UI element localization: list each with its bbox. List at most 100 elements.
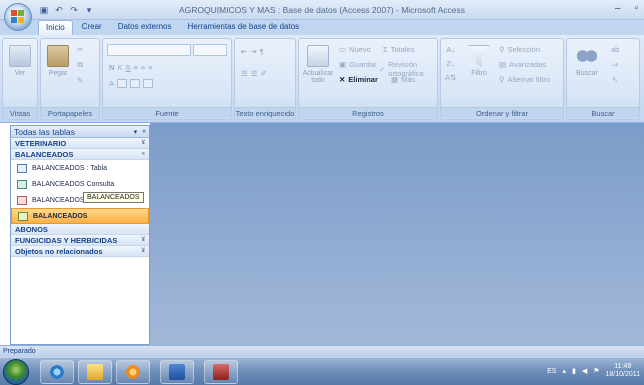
selection-icon: ⚲ [499,45,505,54]
seleccion-button[interactable]: ⚲ Selección [499,45,540,54]
font-family-dropdown[interactable] [107,44,191,56]
align-right-icon[interactable]: ≡ [148,63,152,72]
advanced-filter-icon: ▤ [499,60,507,69]
nav-group-label: FUNGICIDAS Y HERBICIDAS [15,235,118,245]
group-label-ordenar: Ordenar y filtrar [441,107,563,118]
minimize-button[interactable]: – [615,3,621,14]
clock-date: 18/10/2011 [605,371,640,378]
guardar-label: Guardar [349,60,377,69]
office-button[interactable] [4,3,32,31]
list-row: ☰ ☰ ✐ [241,69,267,78]
eliminar-button[interactable]: ✕ Eliminar [339,75,378,84]
buscar-label: Buscar [576,70,598,77]
font-color-row: A [109,79,154,88]
bullets-icon[interactable]: ☰ [241,69,248,78]
nav-item-table[interactable]: BALANCEADOS : Tabla [11,160,149,176]
taskbar-ie-button[interactable] [40,360,74,384]
navigation-pane: Todas las tablas ▾ « VETERINARIO ¥ BALAN… [10,125,150,345]
volume-icon[interactable]: ◀ [582,367,587,375]
shutter-close-icon[interactable]: « [142,128,146,136]
nav-item-report[interactable]: BALANCEADOS [11,208,149,224]
group-buscar: Buscar ab ⇒ ↖ Buscar [566,38,640,120]
format-painter-icon[interactable]: ✎ [77,76,83,85]
clock[interactable]: 11:49 18/10/2011 [605,363,640,379]
taskbar-explorer-button[interactable] [78,360,112,384]
nav-group-label: BALANCEADOS [15,149,74,159]
increase-indent-icon[interactable]: ⇥ [250,47,256,56]
nav-pane-header[interactable]: Todas las tablas ▾ « [11,126,149,138]
expand-chevron-icon: ¥ [141,140,145,146]
nav-group-veterinario[interactable]: VETERINARIO ¥ [11,138,149,149]
tab-crear[interactable]: Crear [75,20,109,36]
internet-explorer-icon [49,364,65,380]
sort-asc-icon[interactable]: A↓ [446,45,455,54]
goto-icon[interactable]: ⇒ [612,60,618,69]
item-tooltip: BALANCEADOS [83,192,144,203]
nav-group-objetos[interactable]: Objetos no relacionados ¥ [11,246,149,257]
tray-chevron-icon[interactable]: ▴ [562,367,566,375]
replace-icon[interactable]: ab [611,45,619,54]
expand-chevron-icon: ¥ [141,248,145,254]
cut-icon[interactable]: ✂ [77,45,83,54]
decrease-indent-icon[interactable]: ⇤ [241,47,247,56]
delete-icon: ✕ [339,75,346,84]
clear-sort-icon[interactable]: A⇅ [445,73,456,82]
pegar-button[interactable]: Pegar [44,45,72,77]
alt-fill-icon[interactable] [143,79,154,88]
nav-group-fungicidas[interactable]: FUNGICIDAS Y HERBICIDAS ¥ [11,235,149,246]
tab-inicio[interactable]: Inicio [38,20,73,36]
flag-icon[interactable]: ⚑ [593,367,599,375]
mas-button[interactable]: ▦ Más [391,75,415,84]
report-icon [18,211,28,221]
ribbon: Ver Vistas Pegar ✂ ⧉ ✎ Portapapeles N K … [0,35,644,123]
actualizar-button[interactable]: Actualizar todo [301,45,335,84]
font-color-icon[interactable]: A [109,79,114,88]
numbering-icon[interactable]: ☰ [251,69,258,78]
tab-datos-externos[interactable]: Datos externos [111,20,179,36]
nav-menu-chevron-icon[interactable]: ▾ [134,128,138,136]
pegar-label: Pegar [48,70,68,77]
nav-group-abonos[interactable]: ABONOS [11,224,149,235]
italic-icon[interactable]: K [117,63,122,72]
access-icon [213,364,229,380]
sort-desc-icon[interactable]: Z↓ [446,59,454,68]
underline-icon[interactable]: S [125,63,130,72]
font-size-dropdown[interactable] [193,44,227,56]
totales-button[interactable]: Σ Totales [383,45,414,54]
nav-item-query[interactable]: BALANCEADOS Consulta [11,176,149,192]
indent-row: ⇤ ⇥ ¶ [241,47,264,56]
refresh-icon [307,45,329,67]
eliminar-label: Eliminar [348,75,378,84]
language-indicator[interactable]: ES [547,368,556,375]
bold-icon[interactable]: N [109,63,114,72]
tab-herramientas[interactable]: Herramientas de base de datos [181,20,307,36]
taskbar-media-button[interactable] [116,360,150,384]
filtro-button[interactable]: Filtro [465,45,493,77]
nav-group-label: ABONOS [15,224,48,234]
nuevo-button[interactable]: ▭ Nuevo [339,45,371,54]
group-label-vistas: Vistas [3,107,37,118]
form-icon [17,195,27,205]
select-icon[interactable]: ↖ [612,75,618,84]
align-center-icon[interactable]: ≡ [141,63,145,72]
start-button[interactable] [3,359,29,385]
taskbar-word-button[interactable] [160,360,194,384]
ver-button[interactable]: Ver [6,45,34,77]
copy-icon[interactable]: ⧉ [77,60,82,70]
save-record-icon: ▣ [339,60,347,69]
taskbar-access-button[interactable] [204,360,238,384]
group-label-buscar: Buscar [567,107,639,118]
fill-color-icon[interactable] [117,79,128,88]
alternar-button[interactable]: ⚲ Alternar filtro [499,75,550,84]
rtl-icon[interactable]: ¶ [260,47,264,56]
buscar-button[interactable]: Buscar [573,45,601,77]
align-left-icon[interactable]: ≡ [133,63,137,72]
guardar-button[interactable]: ▣ Guardar [339,60,377,69]
alternar-label: Alternar filtro [507,75,551,84]
highlight-icon[interactable]: ✐ [260,69,266,78]
avanzadas-button[interactable]: ▤ Avanzadas [499,60,546,69]
maximize-button[interactable]: ▫ [634,3,638,14]
nav-group-balanceados[interactable]: BALANCEADOS « [11,149,149,160]
gridlines-icon[interactable] [130,79,141,88]
network-icon[interactable]: ▮ [572,367,576,375]
